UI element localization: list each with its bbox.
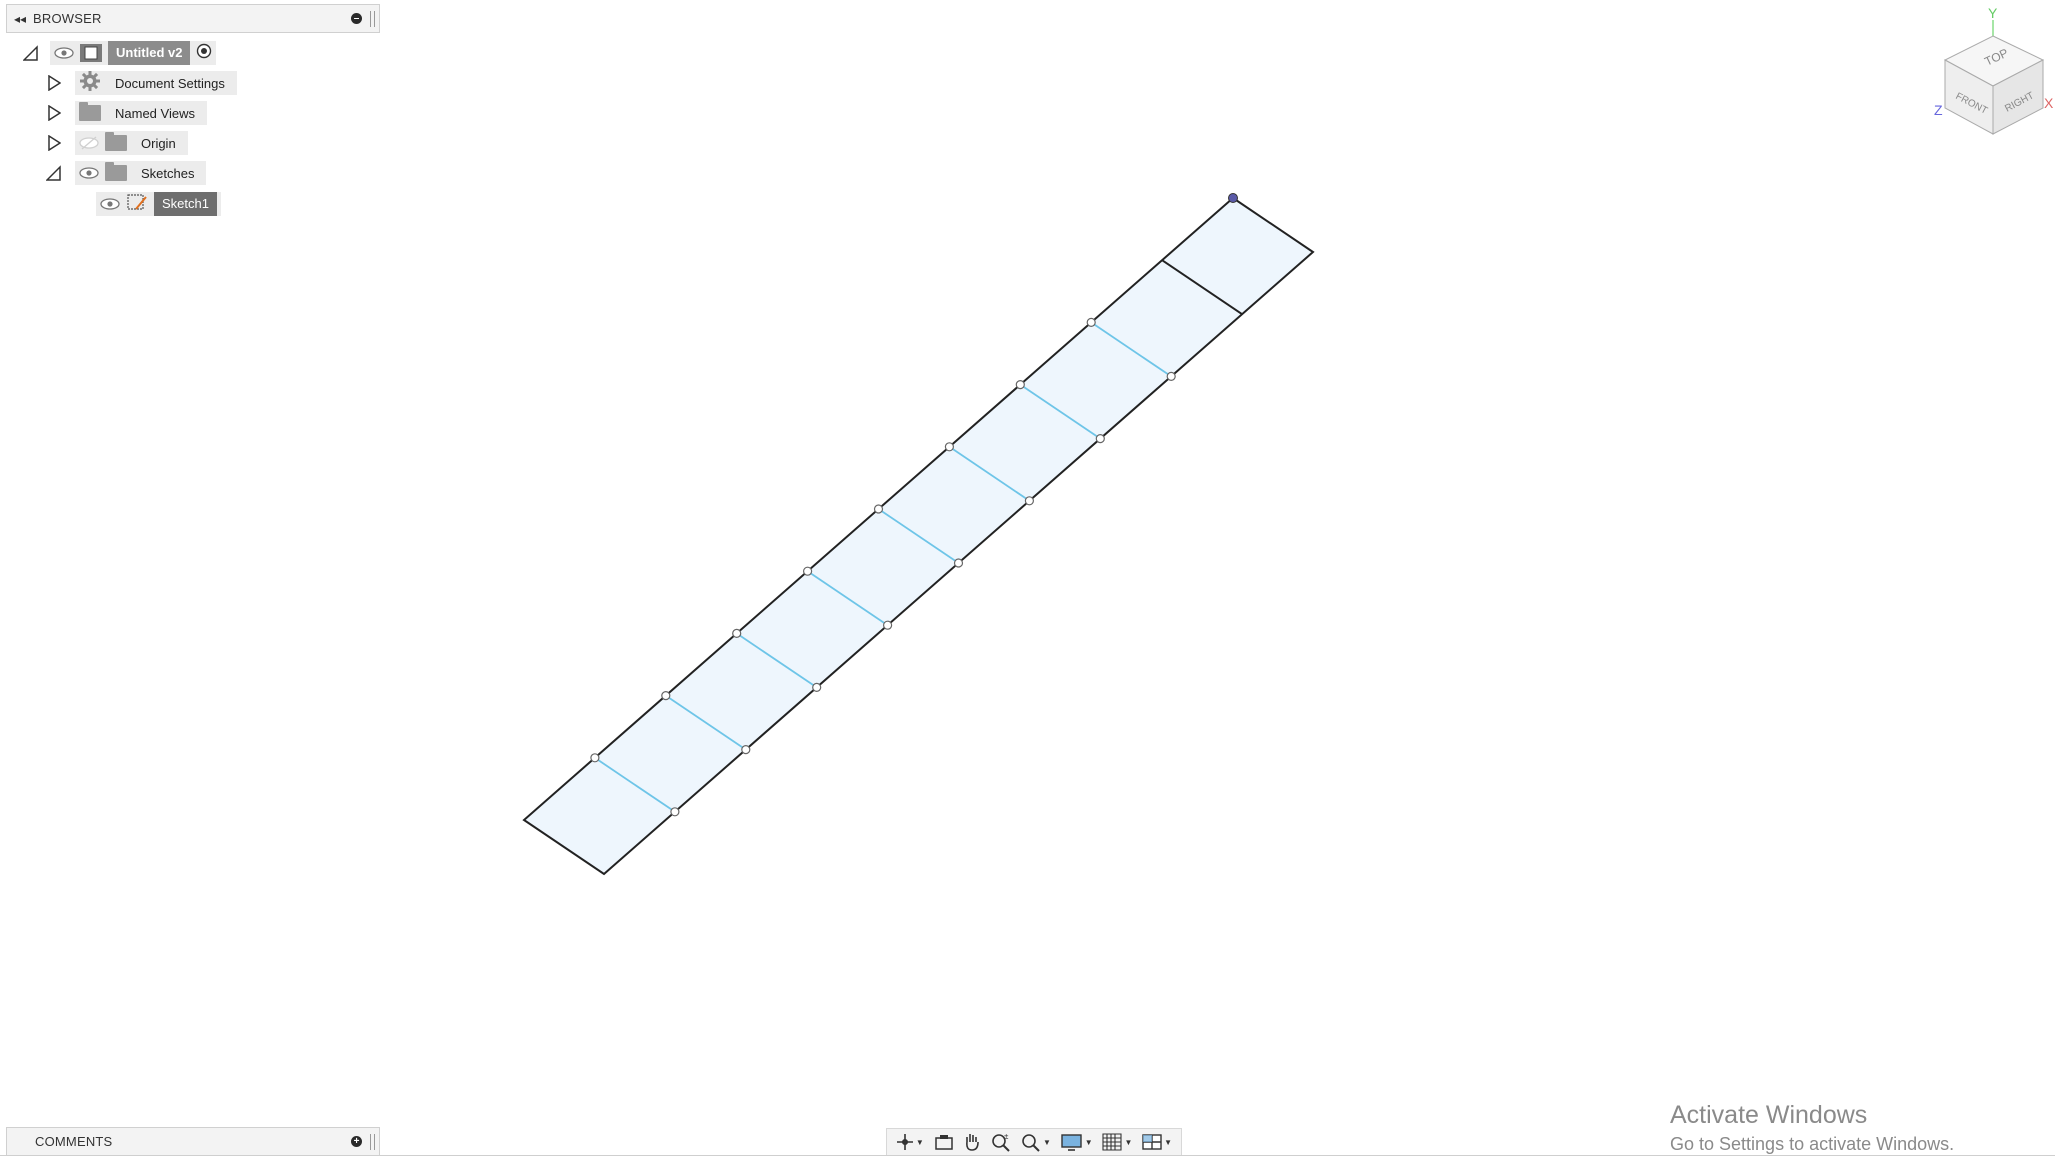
collapsed-triangle-icon[interactable] — [45, 134, 63, 152]
watermark-subtitle: Go to Settings to activate Windows. — [1670, 1134, 1955, 1154]
minimize-panel-icon[interactable]: – — [351, 13, 362, 24]
activation-watermark: Activate Windows Go to Settings to activ… — [1670, 1101, 1954, 1155]
tree-label-sketches[interactable]: Sketches — [133, 166, 202, 181]
canvas-viewport[interactable] — [0, 0, 2055, 1159]
sketch-point[interactable] — [732, 628, 742, 639]
axis-x-label: X — [2044, 95, 2054, 111]
grid-tool[interactable]: ▼ — [1102, 1133, 1132, 1151]
expand-comments-icon[interactable]: + — [351, 1136, 362, 1147]
orbit-icon — [896, 1134, 913, 1150]
root-node[interactable]: Untitled v2 — [50, 41, 217, 65]
panel-grip-icon[interactable] — [370, 10, 375, 27]
bottom-border — [0, 1155, 2055, 1156]
sketch-point[interactable] — [741, 744, 751, 755]
dropdown-caret-icon[interactable]: ▼ — [1085, 1138, 1093, 1147]
hidden-eye-icon[interactable] — [79, 136, 99, 150]
axis-z-label: Z — [1934, 102, 1943, 118]
sketch-icon — [126, 192, 148, 217]
activate-radio-icon[interactable] — [196, 43, 212, 64]
visibility-eye-icon[interactable] — [54, 47, 74, 59]
dropdown-caret-icon[interactable]: ▼ — [916, 1138, 924, 1147]
viewports-icon — [1142, 1134, 1162, 1150]
sketch-point[interactable] — [882, 620, 893, 630]
zoom-icon: ± — [992, 1132, 1010, 1152]
origin-node[interactable]: Origin — [75, 131, 188, 155]
sketch-point[interactable] — [670, 807, 680, 817]
tree-label-document[interactable]: Untitled v2 — [108, 41, 191, 65]
folder-icon — [105, 132, 127, 151]
sketch1-node[interactable]: Sketch1 — [96, 192, 221, 216]
tree-item-document-settings[interactable]: Document Settings — [45, 70, 237, 97]
sketch-point[interactable] — [812, 682, 822, 693]
sketch-point[interactable] — [590, 753, 600, 763]
tree-item-sketches[interactable]: Sketches — [45, 161, 207, 185]
collapsed-triangle-icon[interactable] — [45, 74, 63, 92]
sketch-profile[interactable] — [522, 193, 1315, 876]
look-at-icon — [934, 1135, 953, 1150]
zoom-window-icon — [1022, 1134, 1040, 1152]
collapse-panel-icon[interactable]: ◂◂ — [7, 12, 33, 26]
named-views-node[interactable]: Named Views — [75, 101, 207, 125]
sketch-point[interactable] — [944, 442, 955, 452]
tree-item-named-views[interactable]: Named Views — [45, 101, 207, 125]
component-icon — [80, 44, 102, 62]
zoom-window-tool[interactable]: ▼ — [1021, 1132, 1051, 1152]
expanded-triangle-icon[interactable] — [22, 44, 40, 62]
sketch-point[interactable] — [953, 558, 964, 568]
browser-title: BROWSER — [33, 11, 102, 26]
sketch-point[interactable] — [1166, 371, 1176, 381]
sketch-point[interactable] — [1024, 496, 1035, 506]
sketch-origin-point[interactable] — [1228, 193, 1238, 203]
pan-tool[interactable] — [963, 1132, 981, 1152]
grid-icon — [1102, 1133, 1122, 1151]
collapsed-triangle-icon[interactable] — [45, 104, 63, 122]
comments-header: COMMENTS + — [6, 1127, 380, 1156]
tree-label-origin[interactable]: Origin — [133, 136, 184, 151]
svg-text:±: ± — [1004, 1132, 1009, 1141]
viewcube[interactable]: TOP FRONT RIGHT Y Z X — [1925, 2, 2055, 142]
sketch-point[interactable] — [802, 566, 813, 576]
dropdown-caret-icon[interactable]: ▼ — [1164, 1138, 1172, 1147]
orbit-tool[interactable]: ▼ — [896, 1133, 924, 1151]
axis-y-label: Y — [1988, 5, 1998, 21]
folder-icon — [105, 162, 127, 181]
panel-grip-icon[interactable] — [370, 1133, 375, 1150]
navigation-toolbar: ▼ ± ▼ ▼ ▼ ▼ — [886, 1128, 1182, 1156]
watermark-title: Activate Windows — [1670, 1101, 1868, 1129]
expanded-triangle-icon[interactable] — [45, 164, 63, 182]
dropdown-caret-icon[interactable]: ▼ — [1043, 1138, 1051, 1147]
zoom-tool[interactable]: ± — [991, 1132, 1011, 1152]
sketch-point[interactable] — [873, 504, 884, 514]
tree-label-sketch1[interactable]: Sketch1 — [154, 192, 217, 216]
look-at-tool[interactable] — [934, 1133, 954, 1151]
display-settings-tool[interactable]: ▼ — [1061, 1133, 1093, 1151]
sketch-point[interactable] — [1015, 380, 1025, 390]
tree-item-sketch1[interactable]: Sketch1 — [96, 192, 221, 216]
tree-label-document-settings[interactable]: Document Settings — [107, 76, 233, 91]
folder-icon — [79, 102, 101, 121]
visibility-eye-icon[interactable] — [79, 167, 99, 179]
display-settings-icon — [1061, 1134, 1082, 1151]
sketch-point[interactable] — [1086, 317, 1096, 327]
pan-icon — [966, 1134, 980, 1151]
dropdown-caret-icon[interactable]: ▼ — [1124, 1138, 1132, 1147]
comments-title: COMMENTS — [35, 1134, 113, 1149]
tree-item-origin[interactable]: Origin — [45, 131, 188, 155]
tree-item-root[interactable]: Untitled v2 — [22, 41, 217, 65]
visibility-eye-icon[interactable] — [100, 198, 120, 210]
gear-icon — [79, 70, 101, 97]
browser-header: ◂◂ BROWSER – — [6, 4, 380, 33]
sketches-node[interactable]: Sketches — [75, 161, 207, 185]
document-settings-node[interactable]: Document Settings — [75, 70, 237, 97]
sketch-point[interactable] — [661, 690, 671, 701]
viewports-tool[interactable]: ▼ — [1142, 1133, 1172, 1151]
sketch-point[interactable] — [1095, 434, 1105, 444]
tree-label-named-views[interactable]: Named Views — [107, 106, 203, 121]
